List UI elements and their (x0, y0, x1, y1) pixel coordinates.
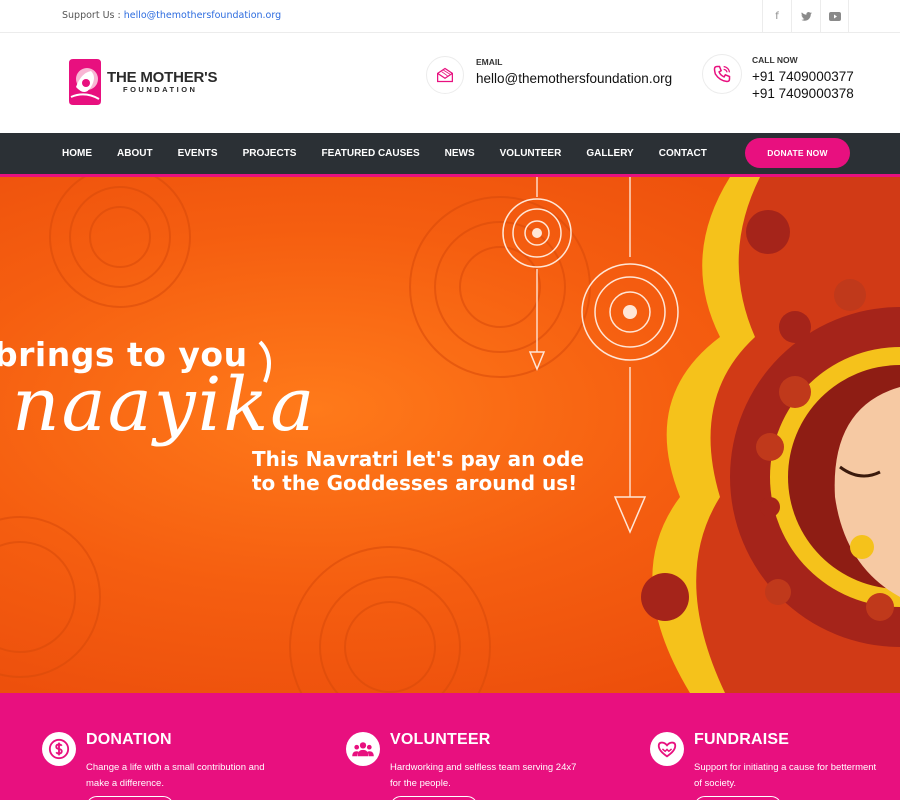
hero-subtitle-line-1: This Navratri let's pay an ode (252, 447, 584, 471)
logo-mark-icon (69, 59, 101, 105)
feature-title: DONATION (86, 731, 172, 748)
support-text: Support Us : hello@themothersfoundation.… (62, 10, 281, 21)
support-label: Support Us : (62, 10, 124, 21)
nav-item-contact[interactable]: CONTACT (659, 148, 707, 159)
nav-item-about[interactable]: ABOUT (117, 148, 153, 159)
social-links: f (762, 0, 849, 33)
nav-item-news[interactable]: NEWS (445, 148, 475, 159)
envelope-icon (426, 56, 464, 94)
feature-title: VOLUNTEER (390, 731, 491, 748)
email-contact: EMAIL hello@themothersfoundation.org (426, 56, 672, 94)
features-strip: DONATION Change a life with a small cont… (0, 693, 900, 800)
nav-item-featured-causes[interactable]: FEATURED CAUSES (321, 148, 419, 159)
donation-button[interactable] (86, 796, 174, 800)
phone-number-1[interactable]: +91 7409000377 (752, 68, 854, 85)
phone-number-2[interactable]: +91 7409000378 (752, 85, 854, 102)
heart-hands-icon (650, 732, 684, 766)
feature-description: Support for initiating a cause for bette… (694, 762, 877, 789)
feature-description: Change a life with a small contribution … (86, 762, 265, 789)
email-value[interactable]: hello@themothersfoundation.org (476, 70, 672, 87)
nav-item-gallery[interactable]: GALLERY (586, 148, 633, 159)
phone-icon (702, 54, 742, 94)
feature-description: Hardworking and selfless team serving 24… (390, 762, 577, 789)
donate-now-button[interactable]: DONATE NOW (745, 138, 850, 168)
fundraise-button[interactable] (694, 796, 782, 800)
support-email-link[interactable]: hello@themothersfoundation.org (124, 10, 281, 21)
phone-label: CALL NOW (752, 55, 798, 65)
logo-title: THE MOTHER'S (107, 69, 218, 87)
hero-subtitle-line-2: to the Goddesses around us! (252, 471, 578, 495)
people-icon (346, 732, 380, 766)
main-nav: HOME ABOUT EVENTS PROJECTS FEATURED CAUS… (0, 133, 900, 177)
nav-item-home[interactable]: HOME (62, 148, 92, 159)
volunteer-button[interactable] (390, 796, 478, 800)
site-header: THE MOTHER'S FOUNDATION EMAIL hello@them… (0, 33, 900, 133)
nav-item-projects[interactable]: PROJECTS (243, 148, 297, 159)
feature-title: FUNDRAISE (694, 731, 790, 748)
logo-subtitle: FOUNDATION (123, 85, 198, 95)
dollar-icon (42, 732, 76, 766)
nav-item-events[interactable]: EVENTS (178, 148, 218, 159)
top-bar: Support Us : hello@themothersfoundation.… (0, 0, 900, 33)
email-label: EMAIL (476, 57, 503, 67)
facebook-icon[interactable]: f (762, 0, 791, 33)
phone-contact: CALL NOW +91 7409000377 +91 7409000378 (702, 54, 854, 102)
youtube-icon[interactable] (820, 0, 849, 33)
hero-title: naayika (12, 362, 317, 448)
twitter-icon[interactable] (791, 0, 820, 33)
nav-item-volunteer[interactable]: VOLUNTEER (500, 148, 562, 159)
hero-banner[interactable]: brings to you naayika This Navratri let'… (0, 177, 900, 693)
site-logo[interactable]: THE MOTHER'S FOUNDATION (67, 57, 218, 107)
